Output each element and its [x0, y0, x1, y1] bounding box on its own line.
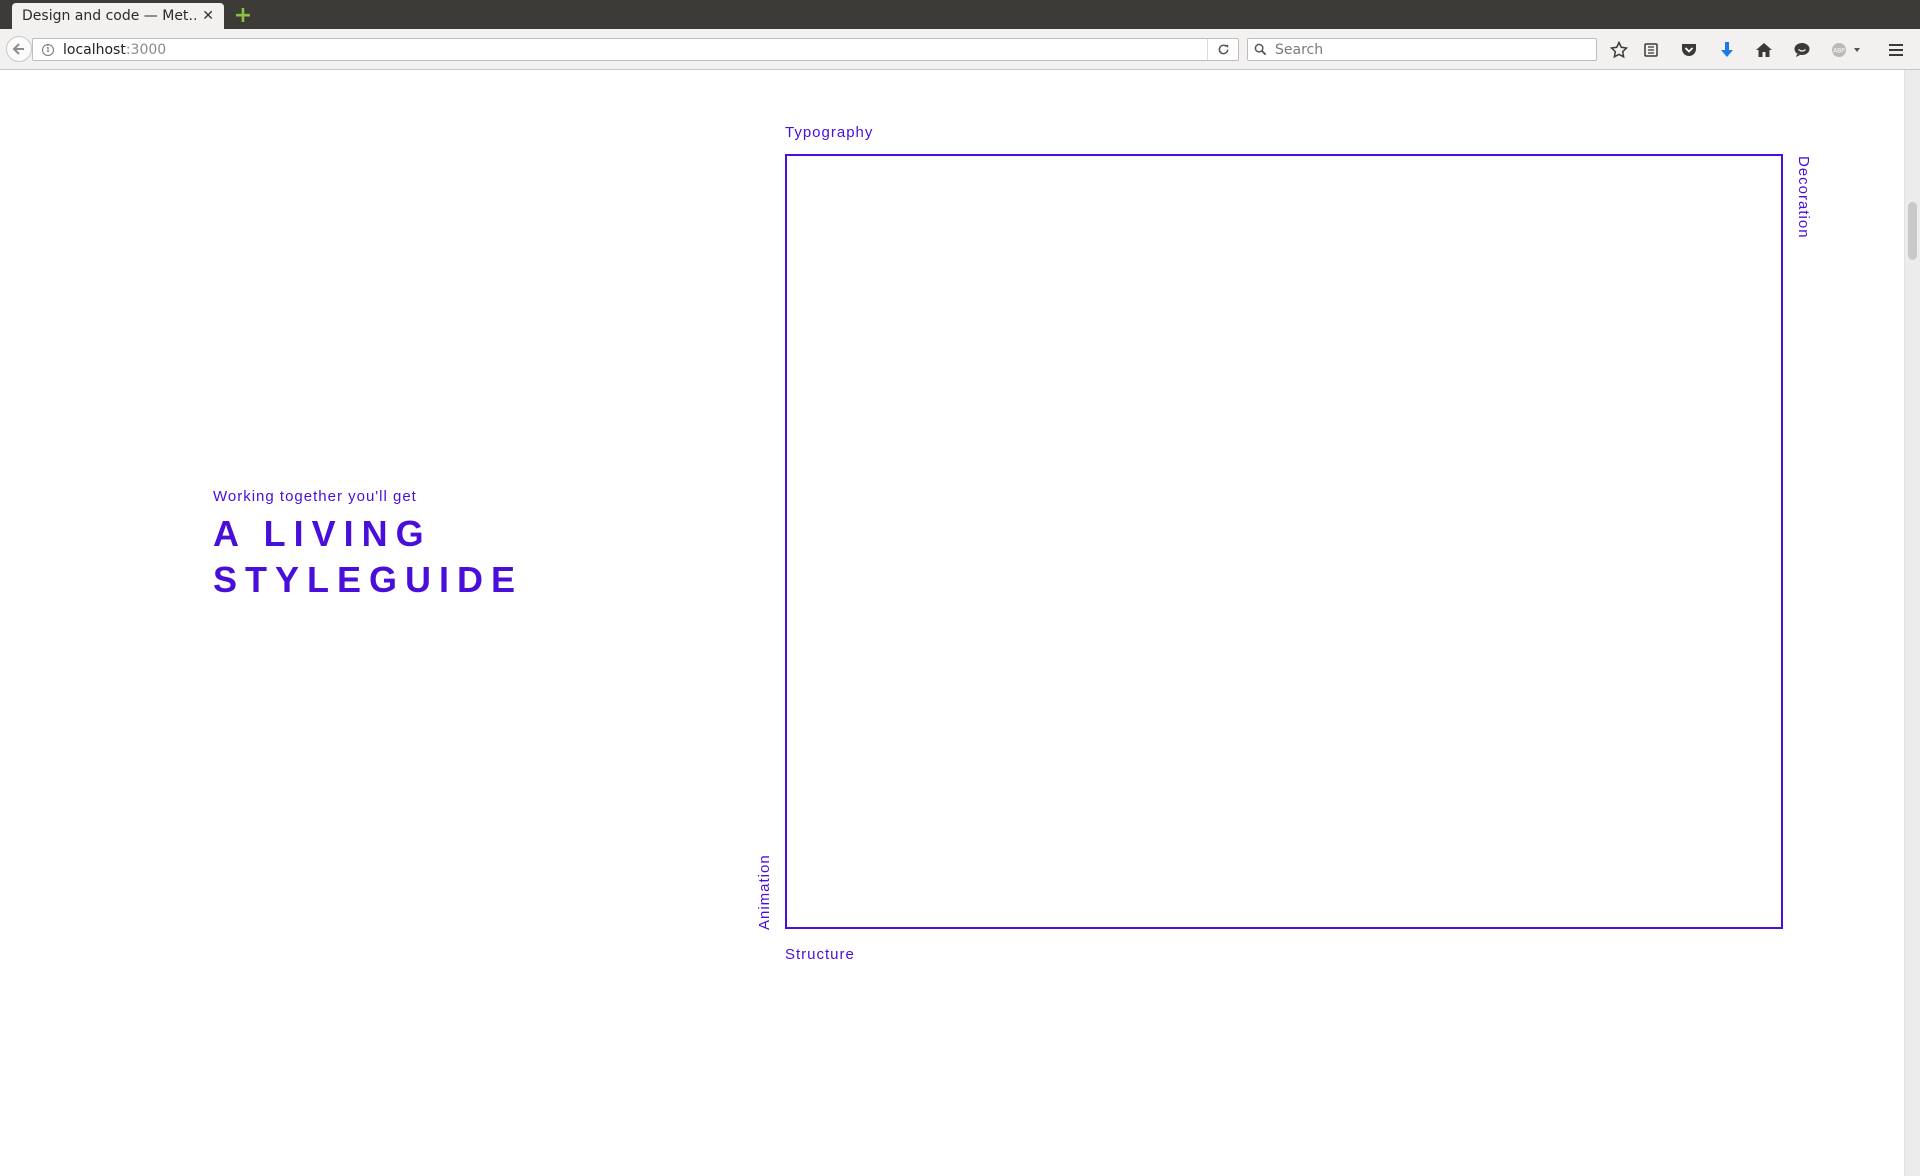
back-button[interactable]	[6, 36, 32, 62]
styleguide-frame	[785, 154, 1783, 929]
menu-icon[interactable]	[1884, 38, 1908, 62]
svg-text:ABP: ABP	[1833, 48, 1845, 55]
download-icon[interactable]	[1715, 38, 1739, 62]
search-input[interactable]	[1273, 40, 1577, 59]
hero-title-line: STYLEGUIDE	[213, 559, 524, 600]
pocket-icon[interactable]	[1677, 38, 1701, 62]
url-bar[interactable]: i localhost:3000	[32, 38, 1239, 61]
page-scrollbar[interactable]	[1904, 70, 1920, 1176]
reading-list-icon[interactable]	[1639, 38, 1663, 62]
chat-icon[interactable]	[1790, 38, 1814, 62]
browser-tab[interactable]: Design and code — Met… ✕	[12, 3, 224, 29]
url-port: :3000	[125, 41, 167, 58]
url-host: localhost	[63, 41, 126, 58]
bookmark-star-icon[interactable]	[1607, 38, 1631, 62]
hero-title-line: A LIVING	[213, 513, 432, 554]
reload-icon	[1218, 44, 1228, 55]
hero: Working together you'll get A LIVING STY…	[213, 488, 523, 603]
back-arrow-icon	[12, 43, 24, 55]
tab-title: Design and code — Met…	[22, 8, 197, 24]
home-icon[interactable]	[1752, 38, 1776, 62]
tab-strip: Design and code — Met… ✕ +	[0, 0, 1920, 29]
structure-label: Structure	[785, 946, 855, 963]
info-icon[interactable]: i	[42, 43, 54, 56]
navigation-toolbar: i localhost:3000 ABP	[0, 29, 1920, 70]
typography-label: Typography	[785, 124, 874, 141]
search-icon	[1254, 43, 1267, 56]
scrollbar-thumb[interactable]	[1908, 202, 1917, 260]
search-bar[interactable]	[1247, 38, 1597, 61]
hero-title: A LIVING STYLEGUIDE	[213, 511, 523, 603]
decoration-label: Decoration	[1795, 156, 1812, 239]
reload-button[interactable]	[1207, 39, 1238, 60]
new-tab-icon[interactable]: +	[232, 3, 254, 28]
close-tab-icon[interactable]: ✕	[202, 8, 214, 24]
animation-label: Animation	[756, 854, 773, 930]
adblock-icon[interactable]: ABP	[1829, 38, 1865, 62]
hero-subtitle: Working together you'll get	[213, 488, 417, 505]
